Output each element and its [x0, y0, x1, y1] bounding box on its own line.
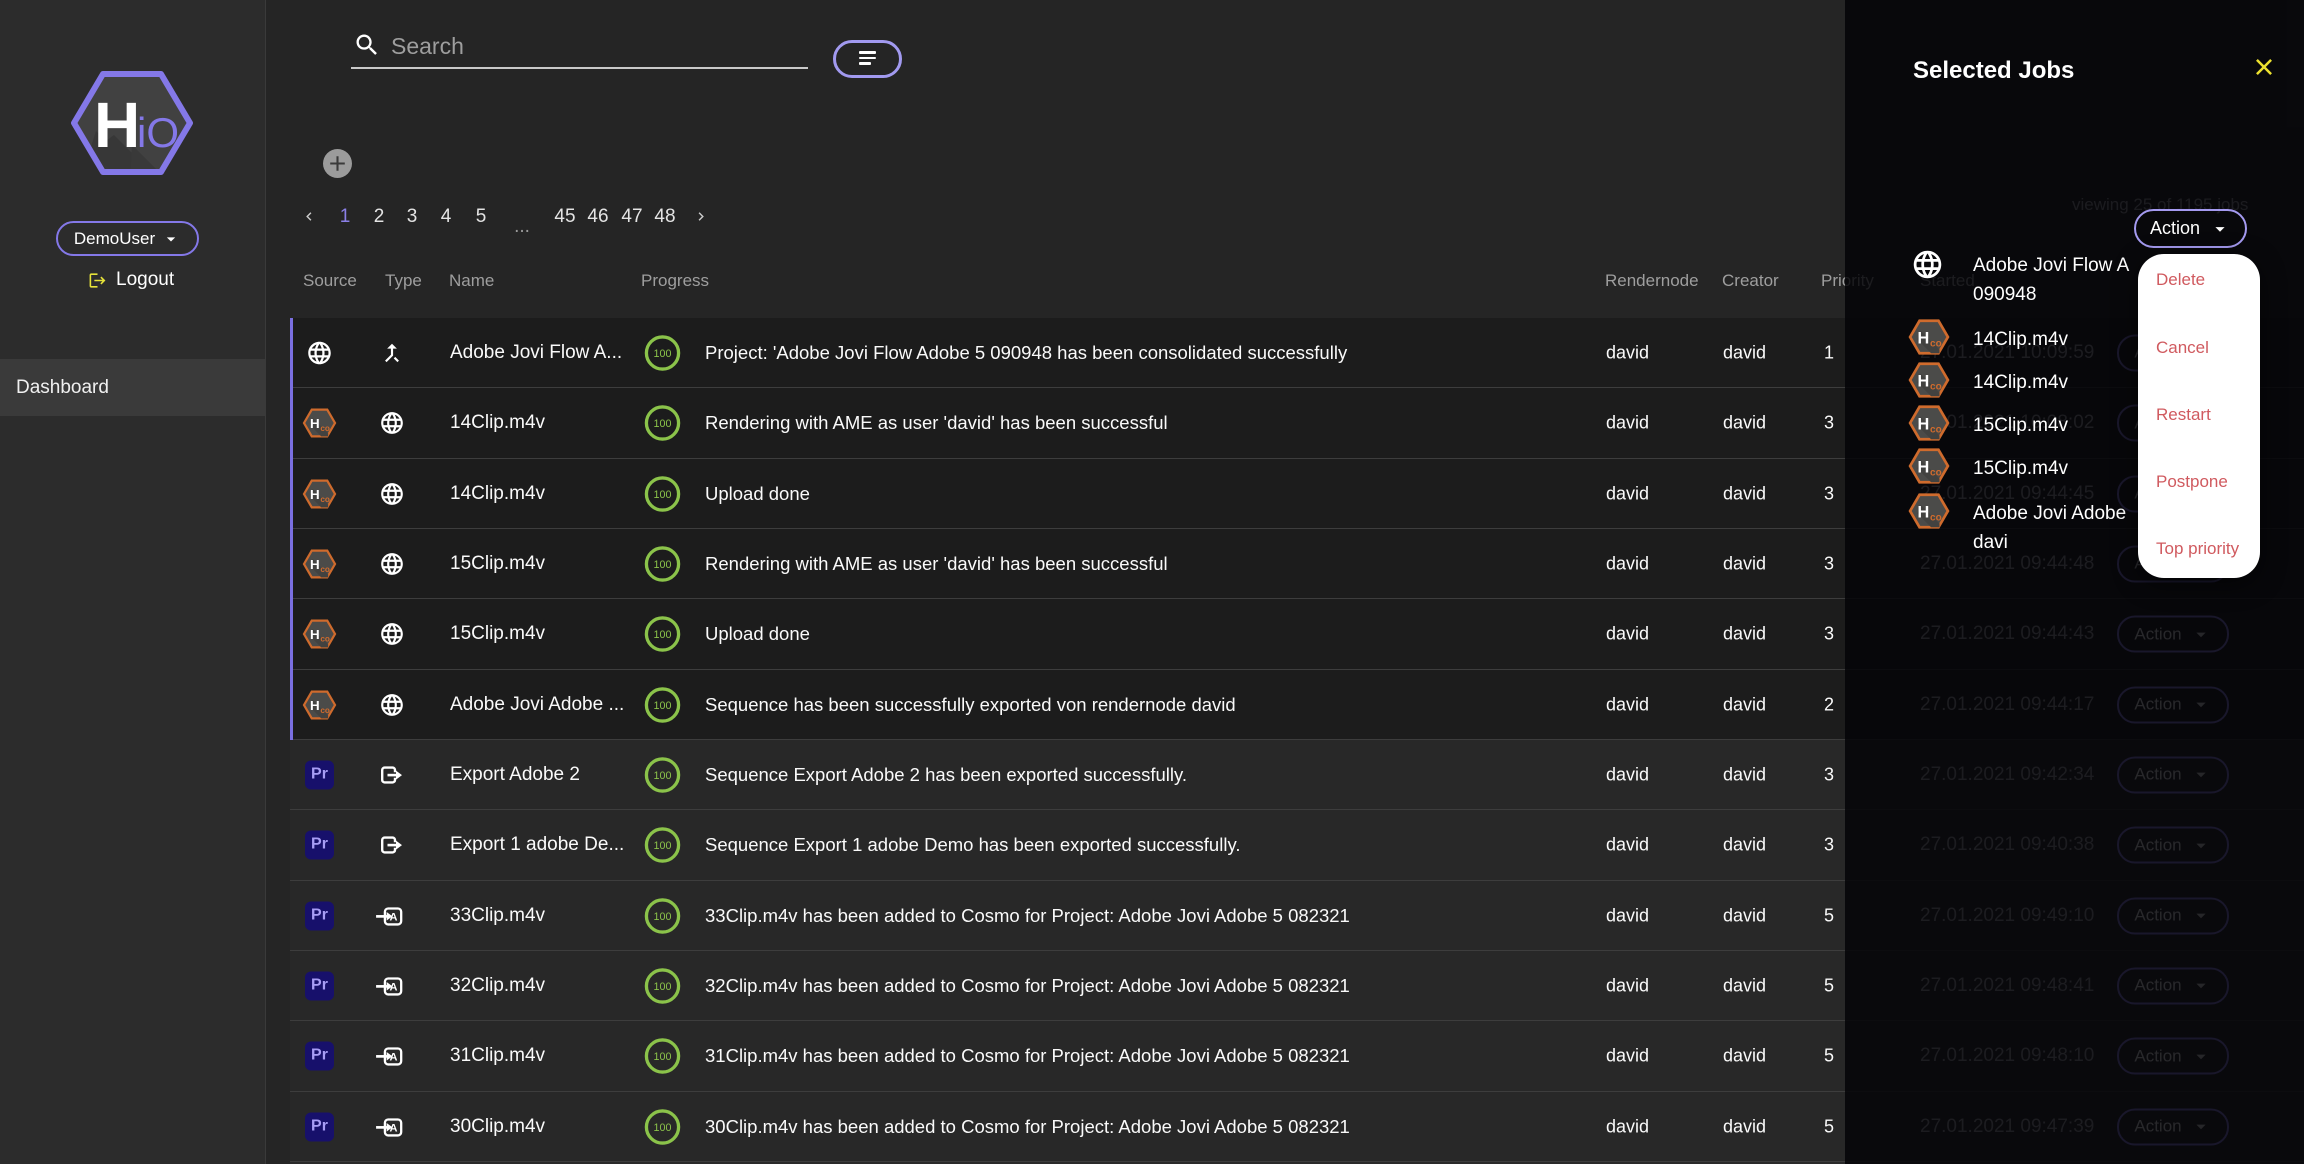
svg-text:100: 100: [654, 418, 672, 430]
svg-text:100: 100: [654, 629, 672, 641]
svg-text:100: 100: [654, 980, 672, 992]
svg-text:H: H: [94, 89, 140, 161]
svg-text:100: 100: [654, 840, 672, 852]
svg-text:100: 100: [654, 558, 672, 570]
svg-text:100: 100: [654, 488, 672, 500]
svg-text:100: 100: [654, 1121, 672, 1133]
svg-text:100: 100: [654, 910, 672, 922]
svg-text:100: 100: [654, 347, 672, 359]
svg-text:100: 100: [654, 699, 672, 711]
svg-text:100: 100: [654, 1051, 672, 1063]
svg-text:iO: iO: [137, 109, 179, 156]
svg-text:100: 100: [654, 769, 672, 781]
